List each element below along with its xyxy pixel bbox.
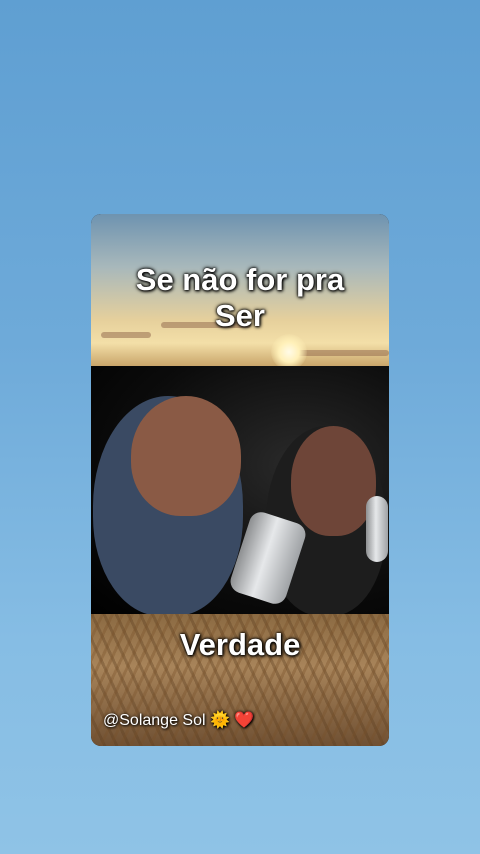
singers-video-frame	[91, 366, 389, 616]
creator-watermark: @Solange Sol 🌞 ❤️	[103, 710, 254, 730]
sun-glow	[271, 334, 307, 370]
lyric-line-2: Ser	[215, 298, 265, 333]
heart-emoji-icon: ❤️	[234, 712, 255, 729]
singer-right-face	[291, 426, 376, 536]
sun-emoji-icon: 🌞	[209, 712, 230, 729]
video-card[interactable]: Se não for pra Ser Verdade @Solange Sol …	[91, 214, 389, 746]
creator-handle: @Solange Sol	[103, 712, 206, 729]
lyric-caption-top: Se não for pra Ser	[91, 262, 389, 334]
singer-left-face	[131, 396, 241, 516]
lyric-line-1: Se não for pra	[135, 262, 345, 297]
lyric-caption-middle: Verdade	[179, 627, 301, 662]
microphone-right	[366, 496, 388, 562]
